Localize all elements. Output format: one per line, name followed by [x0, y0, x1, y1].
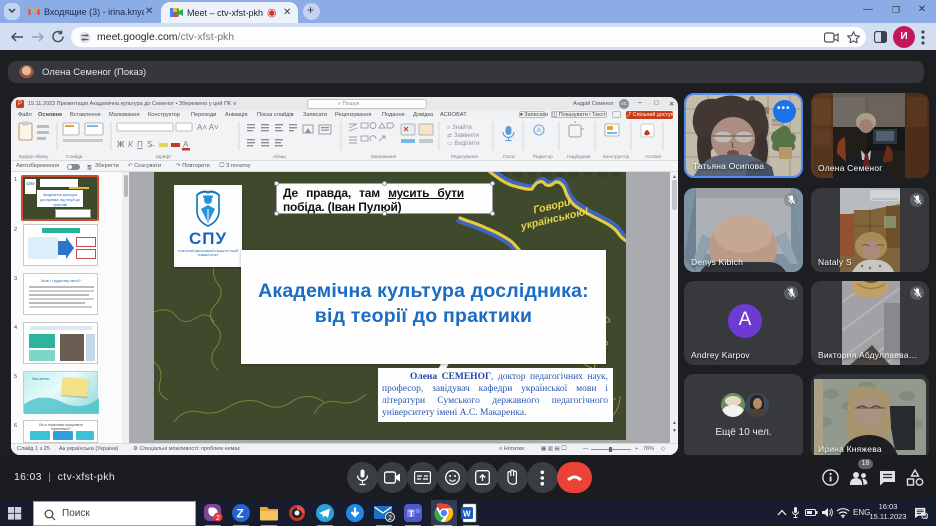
svg-text:П: П — [137, 140, 143, 149]
svg-text:W: W — [463, 510, 471, 519]
svg-text:A: A — [537, 128, 542, 135]
svg-text:Z: Z — [237, 507, 244, 521]
svg-text:A: A — [183, 140, 189, 149]
svg-text:T: T — [409, 509, 415, 519]
svg-text:2: 2 — [388, 515, 392, 522]
svg-text:⇄ Замінити: ⇄ Замінити — [447, 132, 479, 139]
svg-text:S̶: S̶ — [147, 140, 155, 149]
svg-text:A˄ A˅: A˄ A˅ — [197, 123, 219, 132]
svg-text:Ж: Ж — [116, 140, 125, 149]
svg-text:К: К — [128, 140, 134, 149]
svg-text:3: 3 — [924, 514, 927, 519]
svg-text:2: 2 — [216, 515, 220, 522]
svg-text:⌕ Знайти: ⌕ Знайти — [447, 124, 472, 131]
svg-text:▭ Виділити: ▭ Виділити — [447, 141, 479, 147]
